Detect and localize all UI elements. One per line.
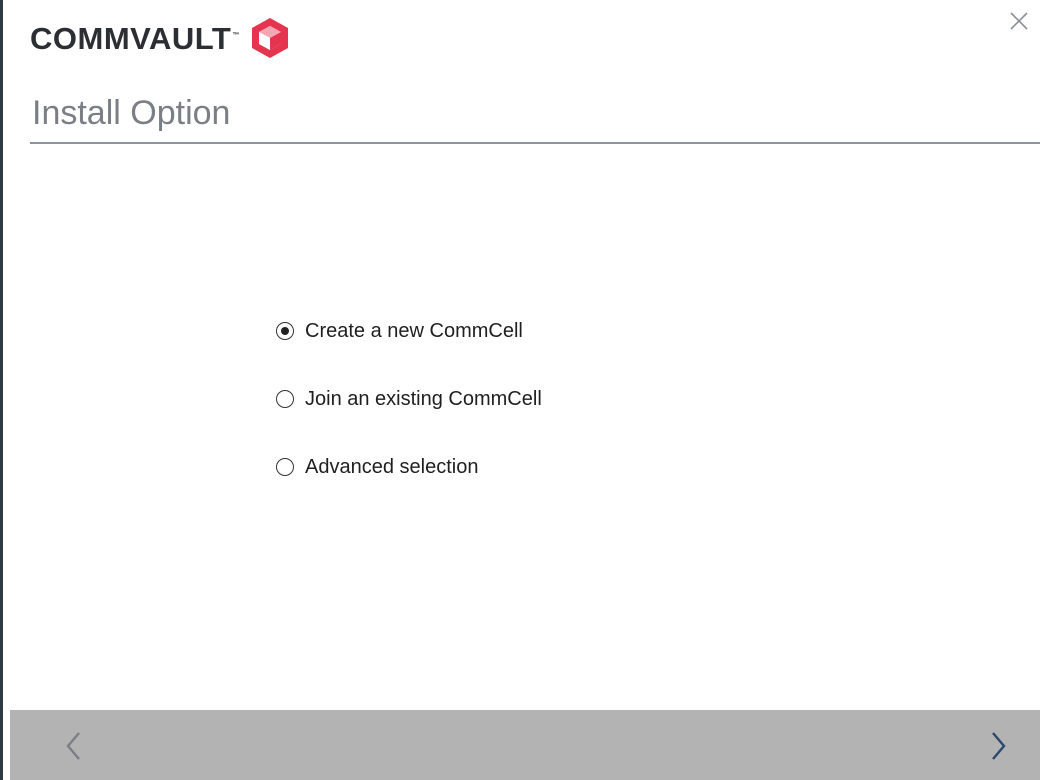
chevron-left-icon: [66, 732, 80, 760]
radio-create-new-commcell[interactable]: [276, 322, 294, 340]
installer-window: COMMVAULT™ Install Option Create a new C…: [0, 0, 1040, 780]
window-left-border: [0, 0, 3, 780]
next-button[interactable]: [980, 728, 1016, 764]
close-button[interactable]: [1006, 8, 1032, 34]
radio-advanced-selection[interactable]: [276, 458, 294, 476]
radio-join-existing-commcell[interactable]: [276, 390, 294, 408]
title-divider: [30, 142, 1040, 144]
close-icon: [1010, 12, 1028, 30]
navigation-footer: [10, 710, 1040, 780]
option-label: Join an existing CommCell: [305, 387, 542, 410]
install-option-group: Create a new CommCell Join an existing C…: [276, 315, 542, 519]
commvault-logo-icon: [248, 16, 292, 60]
brand-header: COMMVAULT™: [30, 16, 292, 60]
back-button[interactable]: [56, 728, 92, 764]
option-create-new-commcell[interactable]: Create a new CommCell: [276, 315, 542, 347]
page-title: Install Option: [32, 94, 231, 132]
option-label: Create a new CommCell: [305, 319, 523, 342]
option-join-existing-commcell[interactable]: Join an existing CommCell: [276, 383, 542, 415]
brand-wordmark: COMMVAULT™: [30, 23, 240, 54]
brand-trademark: ™: [232, 32, 240, 40]
option-label: Advanced selection: [305, 455, 479, 478]
option-advanced-selection[interactable]: Advanced selection: [276, 451, 542, 483]
brand-name: COMMVAULT: [30, 20, 232, 56]
chevron-right-icon: [992, 732, 1006, 760]
